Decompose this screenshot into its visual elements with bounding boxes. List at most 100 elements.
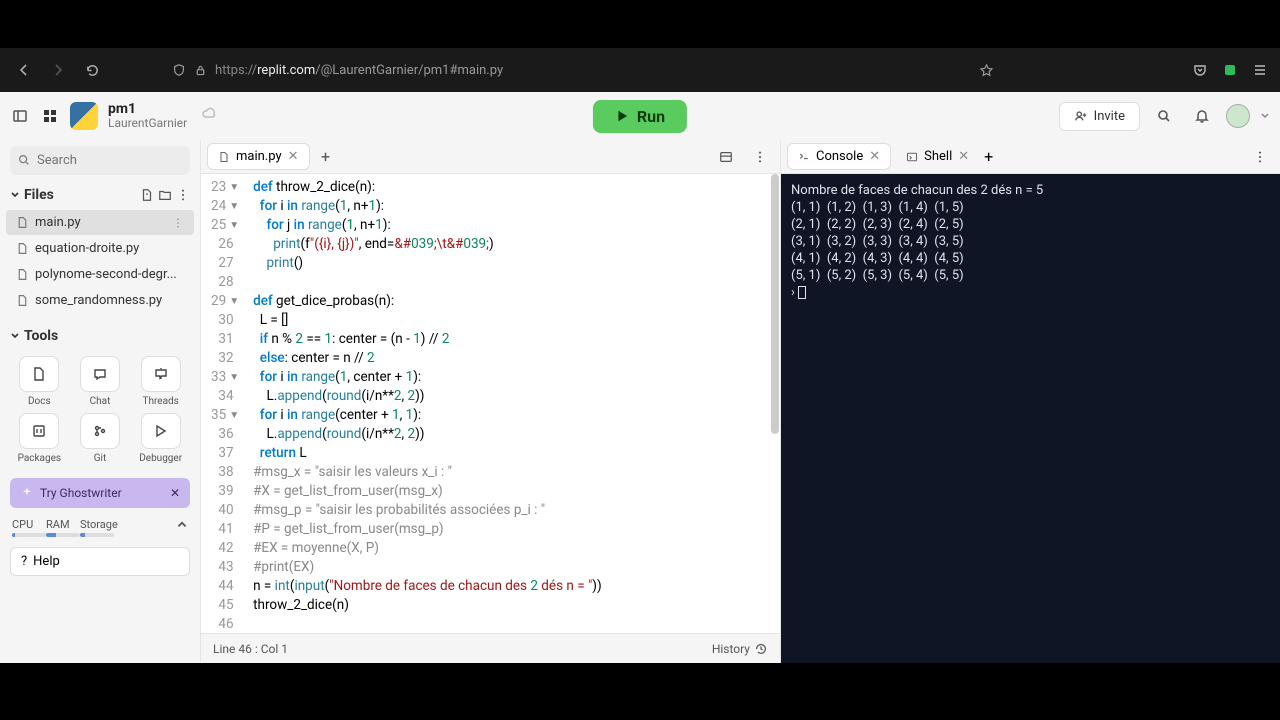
extension-icon[interactable] xyxy=(1222,62,1238,78)
tool-threads[interactable]: Threads xyxy=(133,356,188,407)
tool-packages[interactable]: Packages xyxy=(12,413,67,464)
url-path: /@LaurentGarnier/pm1#main.py xyxy=(315,63,503,78)
stat-ram: RAM xyxy=(46,518,80,537)
line-gutter: 23 ▼24 ▼25 ▼26 27 28 29 ▼30 31 32 33 ▼34… xyxy=(201,174,245,633)
sync-icon xyxy=(201,106,217,126)
help-button[interactable]: ? Help xyxy=(10,547,190,576)
file-icon xyxy=(16,294,29,307)
tools-label: Tools xyxy=(24,328,58,344)
threads-icon xyxy=(153,366,169,382)
tool-debugger[interactable]: Debugger xyxy=(133,413,188,464)
tab-label: main.py xyxy=(236,149,282,164)
tab-shell[interactable]: Shell ✕ xyxy=(895,143,980,170)
stat-label: RAM xyxy=(46,518,80,531)
invite-button[interactable]: Invite xyxy=(1059,102,1140,131)
new-folder-icon[interactable] xyxy=(158,188,172,202)
tab-console[interactable]: Console ✕ xyxy=(787,143,891,170)
shell-tab-label: Shell xyxy=(924,149,952,164)
file-name: equation-droite.py xyxy=(35,241,139,256)
app: pm1 LaurentGarnier Run Invite xyxy=(0,92,1280,663)
new-tab-button[interactable]: + xyxy=(314,145,338,169)
main: Files main.py equation-droite.py polynome-… xyxy=(0,140,1280,663)
sidebar-toggle-icon[interactable] xyxy=(10,106,30,126)
history-label: History xyxy=(712,642,750,656)
letterbox-bottom xyxy=(0,663,1280,720)
url-protocol: https:// xyxy=(215,63,257,78)
git-icon xyxy=(92,423,108,439)
code-editor[interactable]: 23 ▼24 ▼25 ▼26 27 28 29 ▼30 31 32 33 ▼34… xyxy=(201,174,780,633)
console-text: Nombre de faces de chacun des 2 dés n = … xyxy=(791,183,1043,283)
file-item[interactable]: main.py xyxy=(6,210,194,235)
bookmark-star-icon[interactable] xyxy=(979,63,994,78)
pocket-icon[interactable] xyxy=(1192,62,1208,78)
chevron-down-icon[interactable] xyxy=(1260,111,1270,121)
tool-chat[interactable]: Chat xyxy=(73,356,128,407)
file-item[interactable]: polynome-second-degr... xyxy=(6,262,194,287)
kebab-icon[interactable] xyxy=(176,188,190,202)
tools-header[interactable]: Tools xyxy=(0,322,200,350)
help-icon: ? xyxy=(21,554,27,569)
editor-pane: main.py ✕ + 23 ▼24 ▼25 ▼26 27 28 29 ▼30 … xyxy=(200,140,780,663)
tab-main[interactable]: main.py ✕ xyxy=(207,143,310,170)
kebab-icon[interactable] xyxy=(1246,143,1274,171)
code-body[interactable]: def throw_2_dice(n): for i in range(1, n… xyxy=(245,174,610,633)
url-host: replit.com xyxy=(257,63,315,78)
file-name: some_randomness.py xyxy=(35,293,162,308)
terminal-icon xyxy=(798,151,810,163)
kebab-icon[interactable] xyxy=(172,217,184,229)
close-icon[interactable]: ✕ xyxy=(170,486,180,500)
url-bar[interactable]: https://replit.com/@LaurentGarnier/pm1#m… xyxy=(164,55,1002,85)
kebab-icon[interactable] xyxy=(746,143,774,171)
layout-icon[interactable] xyxy=(40,106,60,126)
forward-button[interactable] xyxy=(46,58,70,82)
file-item[interactable]: equation-droite.py xyxy=(6,236,194,261)
file-icon xyxy=(16,242,29,255)
menu-icon[interactable] xyxy=(1252,62,1268,78)
packages-icon xyxy=(31,423,47,439)
console-pane: Console ✕ Shell ✕ + Nombre de faces de c… xyxy=(780,140,1280,663)
scrollbar[interactable] xyxy=(770,174,780,633)
console-tab-label: Console xyxy=(816,149,863,164)
files-header[interactable]: Files xyxy=(0,181,200,209)
tool-git[interactable]: Git xyxy=(73,413,128,464)
tool-label: Docs xyxy=(28,396,51,407)
project-name: pm1 xyxy=(108,101,187,117)
new-tab-button[interactable]: + xyxy=(984,147,993,166)
close-icon[interactable]: ✕ xyxy=(288,149,299,164)
search-input[interactable] xyxy=(10,146,190,175)
file-icon xyxy=(16,268,29,281)
file-item[interactable]: some_randomness.py xyxy=(6,288,194,313)
shield-icon xyxy=(172,63,186,77)
editor-tabs: main.py ✕ + xyxy=(201,140,780,174)
play-icon xyxy=(615,109,629,123)
tool-label: Debugger xyxy=(139,453,182,464)
chat-icon xyxy=(92,366,108,382)
files-label: Files xyxy=(24,187,54,203)
tool-label: Threads xyxy=(143,396,179,407)
back-button[interactable] xyxy=(12,58,36,82)
file-icon xyxy=(218,151,230,163)
chevron-down-icon xyxy=(10,331,20,341)
layout-icon[interactable] xyxy=(712,143,740,171)
close-icon[interactable]: ✕ xyxy=(958,149,969,164)
new-file-icon[interactable] xyxy=(140,188,154,202)
person-add-icon xyxy=(1074,109,1088,123)
chevron-up-icon[interactable] xyxy=(176,518,188,530)
avatar[interactable] xyxy=(1226,104,1250,128)
history-button[interactable]: History xyxy=(712,642,768,656)
console-output[interactable]: Nombre de faces de chacun des 2 dés n = … xyxy=(781,174,1280,663)
run-button[interactable]: Run xyxy=(593,100,687,133)
chevron-down-icon xyxy=(10,190,20,200)
debugger-icon xyxy=(153,423,169,439)
ghostwriter-banner[interactable]: Try Ghostwriter ✕ xyxy=(10,478,190,508)
prompt: › xyxy=(791,285,798,300)
tool-docs[interactable]: Docs xyxy=(12,356,67,407)
notifications-icon[interactable] xyxy=(1188,102,1216,130)
tool-label: Chat xyxy=(90,396,111,407)
invite-label: Invite xyxy=(1094,109,1125,124)
close-icon[interactable]: ✕ xyxy=(869,149,880,164)
search-icon[interactable] xyxy=(1150,102,1178,130)
cursor-position: Line 46 : Col 1 xyxy=(213,642,288,656)
console-tabs: Console ✕ Shell ✕ + xyxy=(781,140,1280,174)
reload-button[interactable] xyxy=(80,58,104,82)
